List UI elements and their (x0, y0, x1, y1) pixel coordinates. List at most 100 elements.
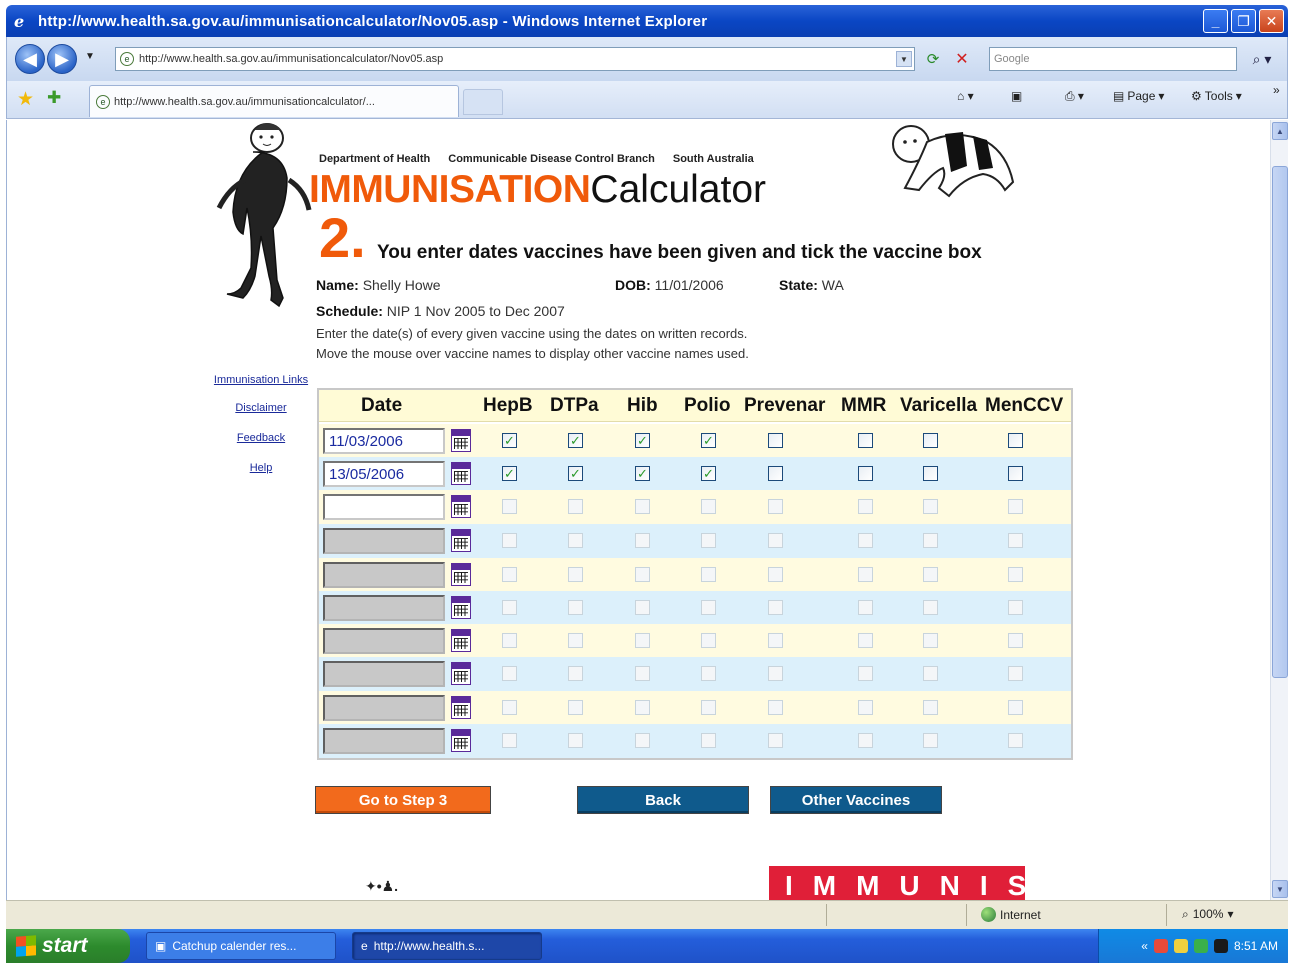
calendar-icon[interactable] (451, 495, 471, 519)
page-menu-icon: ▤ (1113, 89, 1125, 103)
vaccine-checkbox-menccv[interactable] (1008, 466, 1023, 481)
url-text: http://www.health.sa.gov.au/immunisation… (139, 53, 444, 65)
address-bar: ◀ ▶ ▼ e http://www.health.sa.gov.au/immu… (6, 37, 1288, 81)
start-button[interactable]: start (6, 929, 130, 963)
add-favorite-icon[interactable]: ✚ (47, 88, 61, 108)
tray-network-icon[interactable] (1153, 939, 1168, 953)
tray-update-icon[interactable] (1193, 939, 1208, 953)
scroll-down-icon[interactable]: ▼ (1272, 880, 1288, 898)
search-input[interactable]: Google (989, 47, 1237, 71)
col-header-varicella: Varicella (900, 395, 978, 416)
minimize-button[interactable]: _ (1203, 9, 1228, 33)
vaccine-checkbox-prevenar[interactable] (768, 433, 783, 448)
chevron-more-icon[interactable]: » (1273, 83, 1280, 97)
stop-button[interactable]: ✕ (951, 48, 973, 70)
calendar-icon[interactable] (451, 596, 471, 620)
other-vaccines-button[interactable]: Other Vaccines (770, 786, 942, 814)
close-button[interactable]: ✕ (1259, 9, 1284, 33)
url-input[interactable]: e http://www.health.sa.gov.au/immunisati… (115, 47, 915, 71)
vaccine-checkbox-mmr (858, 733, 873, 748)
sidebar-link-immunisation-links[interactable]: Immunisation Links (211, 374, 311, 386)
tools-menu[interactable]: ⚙ Tools ▾ (1191, 89, 1242, 103)
vaccine-checkbox-mmr[interactable] (858, 466, 873, 481)
vaccine-checkbox-prevenar (768, 700, 783, 715)
name-label: Name: (316, 277, 359, 293)
taskbar-item-catchup[interactable]: ▣ Catchup calender res... (146, 932, 336, 960)
vaccine-checkbox-prevenar (768, 600, 783, 615)
vaccine-checkbox-mmr (858, 533, 873, 548)
vaccine-checkbox-polio[interactable]: ✓ (701, 466, 716, 481)
patient-name: Name: Shelly Howe (316, 277, 441, 293)
brand-calculator: Calculator (590, 168, 766, 211)
favorites-star-icon[interactable]: ★ (17, 88, 34, 111)
table-row (319, 591, 1071, 625)
calendar-icon[interactable] (451, 729, 471, 753)
ie-taskbar-icon: e (361, 939, 368, 953)
taskbar: start ▣ Catchup calender res... e http:/… (6, 929, 1288, 963)
date-input[interactable]: 13/05/2006 (323, 461, 445, 487)
system-tray: « 8:51 AM (1098, 929, 1288, 963)
vaccine-checkbox-polio (701, 499, 716, 514)
sidebar-link-help[interactable]: Help (211, 462, 311, 474)
tray-app-icon[interactable] (1213, 939, 1228, 953)
vaccine-checkbox-prevenar (768, 499, 783, 514)
scroll-thumb[interactable] (1272, 166, 1288, 678)
vaccine-checkbox-hib (635, 700, 650, 715)
vaccine-checkbox-dtpa[interactable]: ✓ (568, 466, 583, 481)
home-icon[interactable]: ⌂ ▾ (957, 89, 974, 103)
back-button-page[interactable]: Back (577, 786, 749, 814)
vaccine-checkbox-hepb (502, 666, 517, 681)
refresh-button[interactable]: ⟳ (922, 49, 944, 69)
calendar-icon[interactable] (451, 696, 471, 720)
calendar-icon[interactable] (451, 563, 471, 587)
calendar-icon[interactable] (451, 629, 471, 653)
date-input (323, 661, 445, 687)
print-icon[interactable]: ⎙ ▾ (1065, 89, 1084, 104)
recent-pages-dropdown-icon[interactable]: ▼ (85, 51, 95, 62)
date-input[interactable]: 11/03/2006 (323, 428, 445, 454)
calendar-icon[interactable] (451, 662, 471, 686)
date-input[interactable] (323, 494, 445, 520)
feeds-icon[interactable]: ▣ (1011, 89, 1022, 103)
vaccine-checkbox-hib[interactable]: ✓ (635, 433, 650, 448)
go-to-step-3-button[interactable]: Go to Step 3 (315, 786, 491, 814)
calendar-icon[interactable] (451, 429, 471, 453)
vaccine-checkbox-polio[interactable]: ✓ (701, 433, 716, 448)
vaccine-checkbox-dtpa[interactable]: ✓ (568, 433, 583, 448)
taskbar-item-ie[interactable]: e http://www.health.s... (352, 932, 542, 960)
tray-back-icon[interactable]: « (1141, 939, 1148, 953)
vaccine-checkbox-varicella[interactable] (923, 433, 938, 448)
restore-button[interactable]: ❐ (1231, 9, 1256, 33)
forward-button[interactable]: ▶ (47, 44, 77, 74)
page-menu[interactable]: ▤ Page ▾ (1113, 89, 1164, 103)
vaccine-checkbox-hib[interactable]: ✓ (635, 466, 650, 481)
vertical-scrollbar[interactable]: ▲ ▼ (1270, 120, 1288, 900)
vaccine-checkbox-dtpa (568, 533, 583, 548)
vaccine-checkbox-mmr[interactable] (858, 433, 873, 448)
calendar-icon[interactable] (451, 462, 471, 486)
vaccine-checkbox-hib (635, 633, 650, 648)
zoom-magnifier-icon: ⌕ (1182, 907, 1189, 921)
sidebar-link-feedback[interactable]: Feedback (211, 432, 311, 444)
url-dropdown-icon[interactable]: ▼ (896, 51, 912, 67)
new-tab-button[interactable] (463, 89, 503, 115)
calendar-icon[interactable] (451, 529, 471, 553)
zoom-control[interactable]: ⌕ 100% ▾ (1182, 907, 1233, 922)
tray-security-icon[interactable] (1173, 939, 1188, 953)
vaccine-checkbox-varicella[interactable] (923, 466, 938, 481)
tab-label: http://www.health.sa.gov.au/immunisation… (114, 95, 375, 108)
status-divider (966, 904, 967, 926)
vaccine-checkbox-hepb[interactable]: ✓ (502, 466, 517, 481)
vaccine-checkbox-menccv[interactable] (1008, 433, 1023, 448)
sidebar-link-disclaimer[interactable]: Disclaimer (211, 402, 311, 414)
vaccine-checkbox-hepb[interactable]: ✓ (502, 433, 517, 448)
browser-tab[interactable]: e http://www.health.sa.gov.au/immunisati… (89, 85, 459, 117)
date-input (323, 628, 445, 654)
vaccine-checkbox-prevenar[interactable] (768, 466, 783, 481)
col-header-prevenar: Prevenar (744, 395, 826, 416)
table-header-row: Date HepB DTPa Hib Polio Prevenar MMR Va… (319, 390, 1071, 422)
dancing-figures-icon: ✦•♟. (365, 878, 399, 894)
back-button[interactable]: ◀ (15, 44, 45, 74)
search-button[interactable]: ⌕ ▾ (1243, 47, 1281, 71)
scroll-up-icon[interactable]: ▲ (1272, 122, 1288, 140)
